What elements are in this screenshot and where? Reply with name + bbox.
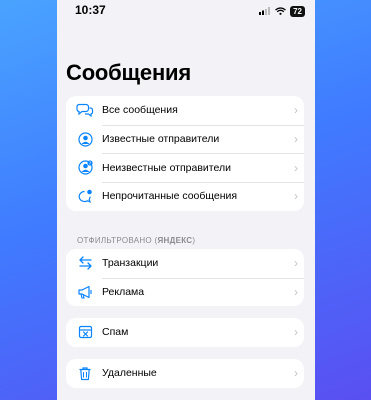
chevron-right-icon: › [294,285,298,300]
chevron-right-icon: › [294,103,298,118]
person-question-icon: ? [70,160,100,175]
chevron-right-icon: › [294,325,298,340]
row-ads[interactable]: Реклама › [66,277,304,307]
phone-screen: 10:37 72 Сообщения Все сообщения › Извес… [57,0,315,400]
status-time: 10:37 [75,3,106,17]
chevron-right-icon: › [294,366,298,381]
wifi-icon [275,4,286,18]
status-bar: 10:37 72 [57,0,315,20]
row-label: Неизвестные отправители [102,161,231,174]
status-icons: 72 [259,4,305,18]
row-deleted[interactable]: Удаленные › [66,359,304,388]
row-label: Все сообщения [102,104,178,117]
row-label: Спам [102,326,129,339]
spam-tray-icon [70,325,100,339]
battery-indicator: 72 [290,5,305,17]
chat-bubbles-icon [70,103,100,118]
chevron-right-icon: › [294,160,298,175]
trash-icon [70,366,100,381]
row-label: Транзакции [102,257,159,270]
chevron-right-icon: › [294,189,298,204]
main-filters-group: Все сообщения › Известные отправители › [66,96,304,211]
row-label: Удаленные [102,367,157,380]
unread-bubble-icon [70,189,100,204]
megaphone-icon [70,285,100,299]
arrows-exchange-icon [70,256,100,270]
filtered-section-header: ОТФИЛЬТРОВАНО (ЯНДЕКС) [77,236,196,245]
page-title: Сообщения [66,60,192,85]
row-known-senders[interactable]: Известные отправители › [66,124,304,154]
spam-group: Спам › [66,318,304,347]
row-transactions[interactable]: Транзакции › [66,249,304,278]
row-label: Непрочитанные сообщения [102,190,238,203]
row-all-messages[interactable]: Все сообщения › [66,96,304,125]
chevron-right-icon: › [294,132,298,147]
signal-icon [259,4,271,18]
row-label: Реклама [102,286,145,299]
filtered-group: Транзакции › Реклама › [66,249,304,307]
deleted-group: Удаленные › [66,359,304,388]
row-unknown-senders[interactable]: ? Неизвестные отправители › [66,153,304,182]
person-circle-icon [70,131,100,147]
filtered-label: ОТФИЛЬТРОВАНО [77,236,152,245]
row-unread-messages[interactable]: Непрочитанные сообщения › [66,182,304,211]
filtered-brand: ЯНДЕКС [157,236,193,245]
row-label: Известные отправители [102,133,220,146]
row-spam[interactable]: Спам › [66,318,304,347]
chevron-right-icon: › [294,256,298,271]
